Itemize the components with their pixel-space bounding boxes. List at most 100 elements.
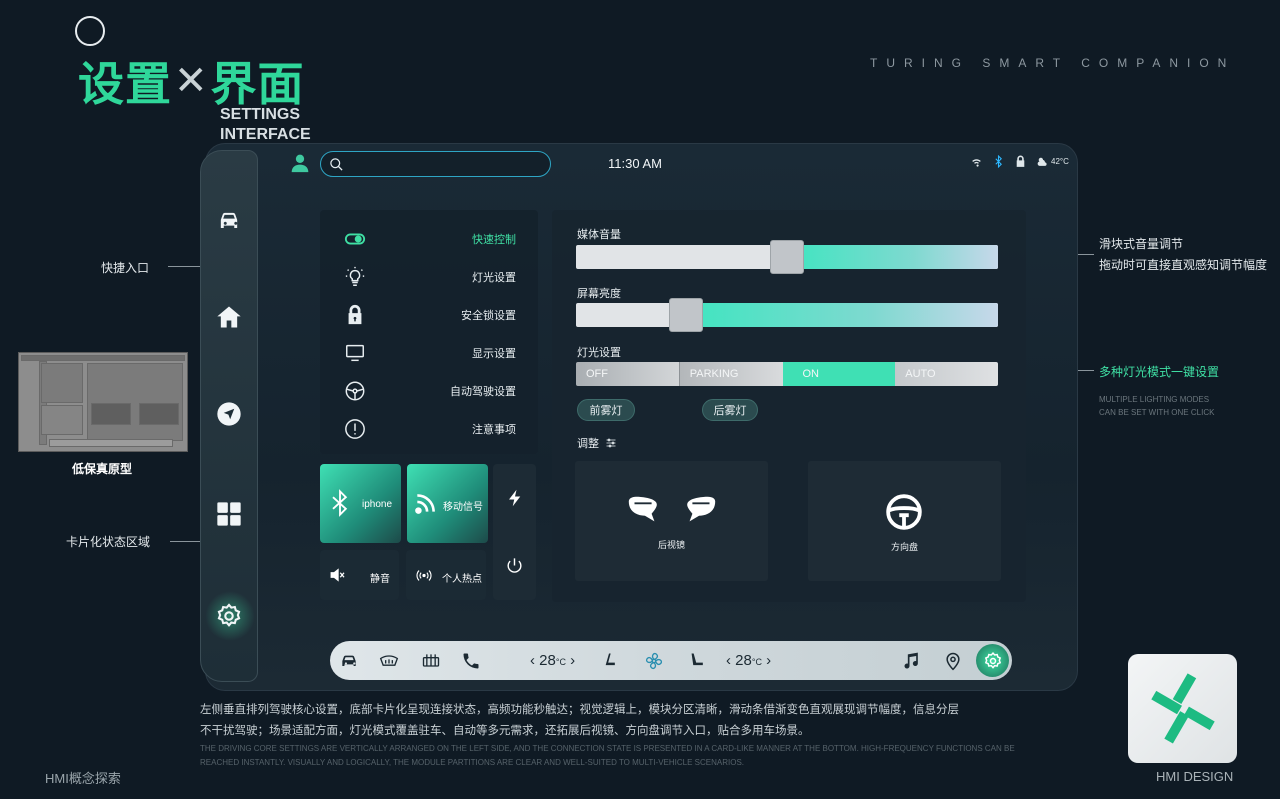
menu-item-autopilot[interactable]: 自动驾驶设置 [320,372,538,408]
right-mirror-icon [687,496,716,522]
dock-left-seat-button[interactable] [598,650,620,672]
right-temperature[interactable]: ‹ 28°C › [726,652,771,669]
annotation-lighting-en: MULTIPLE LIGHTING MODES CAN BE SET WITH … [1099,393,1214,419]
subtitle-line2: INTERFACE [220,126,311,143]
mirror-adjust-card[interactable]: 后视镜 [575,461,768,581]
left-temperature[interactable]: ‹ 28°C › [530,652,575,669]
dock-music-button[interactable] [901,650,923,672]
mute-card[interactable]: 静音 [320,550,399,600]
page-subtitle: SETTINGS INTERFACE [220,105,340,145]
power-card [493,464,536,600]
hmi-logo-icon [1151,673,1215,744]
dock-phone-button[interactable] [460,650,482,672]
mute-icon [330,568,345,582]
temp-increase-right[interactable]: › [762,652,771,669]
mirror-label: 后视镜 [657,540,685,550]
footer-left: HMI概念探索 [45,771,121,786]
media-volume-label: 媒体音量 [577,229,621,241]
left-temp-value: 28 [539,652,556,669]
user-avatar[interactable] [290,153,310,178]
hmi-design-badge [1128,654,1237,763]
logo-circle-icon [75,16,105,46]
brightness-slider[interactable] [576,303,998,327]
hotspot-label: 个人热点 [442,574,482,585]
lighting-label: 灯光设置 [577,347,621,359]
slider-fill [787,245,998,269]
menu-item-notes[interactable]: 注意事项 [320,410,538,446]
dock-fan-button[interactable] [643,650,665,672]
menu-item-lighting[interactable]: 灯光设置 [320,258,538,294]
search-input[interactable] [320,151,551,177]
right-temp-value: 28 [735,652,752,669]
sidebar-item-settings[interactable] [214,601,244,631]
charging-bolt-icon[interactable] [506,488,524,508]
sidebar-item-car[interactable] [214,206,244,236]
music-icon [904,652,918,669]
dock-rear-defrost-button[interactable] [420,650,442,672]
sidebar-item-apps[interactable] [214,499,244,529]
adjust-label: 调整 [577,438,599,450]
media-volume-handle[interactable] [770,240,804,274]
alert-icon [342,416,368,442]
sidebar [200,150,258,682]
settings-gear-icon [217,603,241,627]
title-cn-left: 设置 [78,57,172,111]
steering-wheel-adjust-card[interactable]: 方向盘 [808,461,1001,581]
bluetooth-card[interactable]: iphone [320,464,401,543]
apps-grid-icon [217,502,241,526]
brightness-label: 屏幕亮度 [577,288,621,300]
bulb-icon [342,264,368,290]
lighting-mode-off[interactable]: OFF [576,362,679,386]
lighting-mode-on[interactable]: ON [782,362,896,386]
prototype-label: 低保真原型 [72,462,133,476]
toggle-icon [342,226,368,252]
settings-menu: 快速控制 灯光设置 安全锁设置 显示设置 自动驾驶设置 注意事项 [320,210,538,454]
annotation-card-area: 卡片化状态区域 [66,535,151,549]
front-fog-light-button[interactable]: 前雾灯 [577,399,635,421]
left-temp-unit: °C [555,657,566,667]
dock-right-seat-button[interactable] [686,650,708,672]
location-pin-icon [946,652,960,671]
annotation-slider-line2: 拖动时可直接直观感知调节幅度 [1099,258,1268,272]
brightness-handle[interactable] [669,298,703,332]
hotspot-card[interactable]: 个人热点 [406,550,486,600]
menu-item-label: 灯光设置 [472,272,516,284]
lock-icon [1016,155,1025,167]
mobile-signal-card[interactable]: 移动信号 [407,464,488,543]
annotation-lighting-en2: CAN BE SET WITH ONE CLICK [1099,408,1215,417]
lighting-mode-parking[interactable]: PARKING [678,362,783,386]
temp-decrease-right[interactable]: ‹ [726,652,735,669]
description-en: THE DRIVING CORE SETTINGS ARE VERTICALLY… [200,744,1015,767]
fan-icon [645,652,663,670]
menu-item-label: 快速控制 [472,234,516,246]
annotation-lighting-en1: MULTIPLE LIGHTING MODES [1099,395,1210,404]
sliders-icon [606,438,616,448]
dock-front-defrost-button[interactable] [378,650,400,672]
rear-fog-light-button[interactable]: 后雾灯 [702,399,758,421]
lighting-mode-auto[interactable]: AUTO [895,362,998,386]
left-mirror-icon [628,496,657,522]
sidebar-item-navigation[interactable] [214,399,244,429]
menu-item-security-lock[interactable]: 安全锁设置 [320,296,538,332]
home-icon [217,306,241,328]
rear-defrost-icon [422,654,440,667]
front-defrost-icon [379,655,399,666]
lofi-prototype-thumbnail [18,352,188,452]
dock-car-button[interactable] [338,650,360,672]
power-icon[interactable] [505,556,524,575]
temp-decrease-left[interactable]: ‹ [530,652,539,669]
menu-item-label: 注意事项 [472,424,516,436]
wifi-icon [972,159,981,167]
menu-item-quick-control[interactable]: 快速控制 [320,220,538,256]
annotation-slider-line1: 滑块式音量调节 [1099,237,1184,251]
dock-settings-button[interactable] [982,650,1004,672]
menu-item-label: 显示设置 [472,348,516,360]
sidebar-item-home[interactable] [214,302,244,332]
menu-item-display[interactable]: 显示设置 [320,334,538,370]
search-icon [330,158,343,171]
temp-increase-left[interactable]: › [566,652,575,669]
subtitle-line1: SETTINGS [220,106,301,123]
steering-wheel-icon [886,494,922,530]
dock-location-button[interactable] [942,650,964,672]
brand-tagline: TURING SMART COMPANION [870,56,1236,70]
